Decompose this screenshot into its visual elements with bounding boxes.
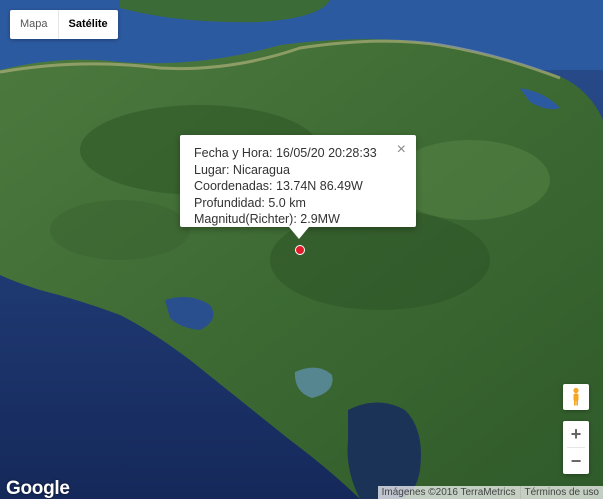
earthquake-marker[interactable] bbox=[295, 245, 305, 255]
google-logo[interactable]: Google bbox=[6, 478, 70, 499]
zoom-control: + − bbox=[563, 421, 589, 474]
close-icon[interactable]: × bbox=[397, 142, 406, 158]
info-window-content: Fecha y Hora: 16/05/20 20:28:33 Lugar: N… bbox=[194, 145, 377, 228]
info-window-tail bbox=[289, 227, 309, 239]
map-canvas[interactable]: Mapa Satélite Fecha y Hora: 16/05/20 20:… bbox=[0, 0, 603, 499]
map-type-satellite-button[interactable]: Satélite bbox=[57, 10, 118, 39]
map-type-control: Mapa Satélite bbox=[10, 10, 118, 39]
zoom-out-button[interactable]: − bbox=[563, 448, 589, 474]
info-depth: Profundidad: 5.0 km bbox=[194, 195, 306, 210]
attribution-bar: Imágenes ©2016 TerraMetrics Términos de … bbox=[377, 486, 603, 499]
map-type-map-button[interactable]: Mapa bbox=[10, 10, 58, 39]
info-magnitude: Magnitud(Richter): 2.9MW bbox=[194, 212, 340, 226]
imagery-credit: Imágenes ©2016 TerraMetrics bbox=[381, 487, 516, 498]
info-datetime: Fecha y Hora: 16/05/20 20:28:33 bbox=[194, 146, 377, 160]
info-location: Lugar: Nicaragua bbox=[194, 162, 290, 177]
terms-link[interactable]: Términos de uso bbox=[519, 486, 603, 499]
pegman-figure bbox=[573, 387, 579, 406]
earthquake-info-window: Fecha y Hora: 16/05/20 20:28:33 Lugar: N… bbox=[180, 135, 416, 227]
pegman-icon[interactable] bbox=[563, 384, 589, 410]
zoom-in-button[interactable]: + bbox=[563, 421, 589, 447]
info-coordinates: Coordenadas: 13.74N 86.49W bbox=[194, 179, 363, 193]
